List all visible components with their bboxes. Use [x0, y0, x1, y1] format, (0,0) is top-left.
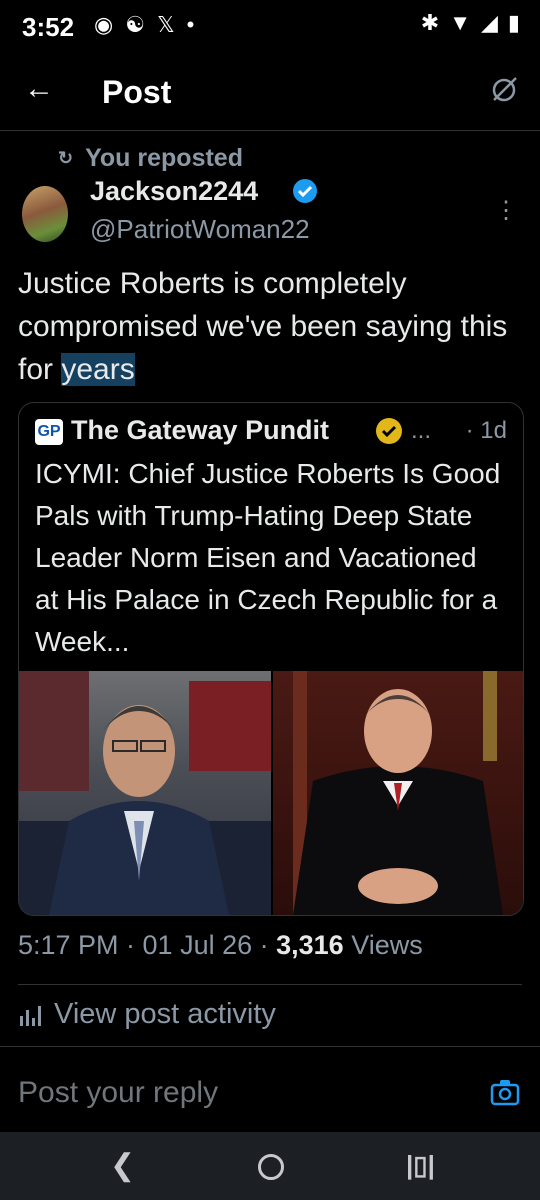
repost-indicator: ↻ You reposted: [58, 144, 243, 173]
post-timestamp: 5:17 PM · 01 Jul 26 ·: [18, 930, 277, 960]
post-meta: 5:17 PM · 01 Jul 26 · 3,316 Views: [18, 930, 423, 961]
avatar[interactable]: [22, 186, 68, 242]
battery-icon: ▮: [507, 10, 520, 35]
page-title: Post: [102, 74, 172, 110]
system-icons: ✱ ▼ ◢ ▮: [421, 10, 520, 36]
source-logo: GP: [35, 419, 63, 445]
quote-photo-left[interactable]: [19, 671, 271, 915]
divider: [0, 1046, 540, 1047]
x-logo-icon: 𝕏: [156, 12, 175, 37]
man-in-suit-illustration: [19, 671, 271, 915]
quote-author-name: The Gateway Pundit: [71, 415, 330, 445]
message-icon: ◉: [94, 12, 114, 37]
quote-name-ellipsis: ...: [411, 417, 432, 444]
quote-text: ICYMI: Chief Justice Roberts Is Good Pal…: [35, 458, 501, 657]
quoted-post[interactable]: GP The Gateway Pundit ... · 1d ICYMI: Ch…: [18, 402, 524, 916]
repost-icon: ↻: [58, 148, 74, 168]
dot-icon: •: [186, 12, 195, 37]
app-icon: ☯: [125, 12, 145, 37]
back-arrow-icon[interactable]: ←: [24, 72, 54, 106]
wifi-icon: ▼: [449, 10, 471, 35]
repost-label: You reposted: [85, 144, 243, 172]
divider: [18, 984, 522, 985]
nav-home-icon[interactable]: [258, 1154, 284, 1180]
status-time: 3:52: [22, 12, 75, 42]
nav-recents-icon[interactable]: |▯|: [406, 1150, 435, 1181]
justice-in-robe-illustration: [293, 671, 503, 915]
quote-time: · 1d: [465, 417, 507, 444]
gold-verified-badge-icon: [376, 418, 402, 444]
top-app-bar: [0, 52, 540, 131]
reply-input[interactable]: Post your reply: [18, 1076, 218, 1110]
notification-icons: ◉ ☯ 𝕏 •: [94, 12, 194, 38]
view-activity-label: View post activity: [54, 998, 276, 1030]
bar-chart-icon: [20, 1005, 41, 1026]
more-options-icon[interactable]: ⋮: [494, 196, 518, 225]
nav-back-icon[interactable]: ❮: [110, 1148, 135, 1183]
verified-badge-icon: [293, 179, 317, 203]
tweet-text: Justice Roberts is completely compromise…: [18, 262, 528, 391]
status-bar: 3:52 ◉ ☯ 𝕏 • ✱ ▼ ◢ ▮: [0, 0, 540, 52]
grok-icon[interactable]: [490, 76, 518, 104]
author-handle[interactable]: @PatriotWoman22: [90, 214, 310, 245]
views-count: 3,316: [276, 930, 344, 960]
views-label: Views: [343, 930, 423, 960]
view-activity-link[interactable]: View post activity: [18, 998, 276, 1031]
quote-photo-right[interactable]: [273, 671, 523, 915]
signal-icon: ◢: [480, 10, 498, 35]
camera-icon[interactable]: [490, 1078, 520, 1106]
author-name[interactable]: Jackson2244: [90, 176, 258, 207]
tweet-text-highlight: years: [61, 353, 135, 386]
bluetooth-icon: ✱: [420, 10, 440, 35]
